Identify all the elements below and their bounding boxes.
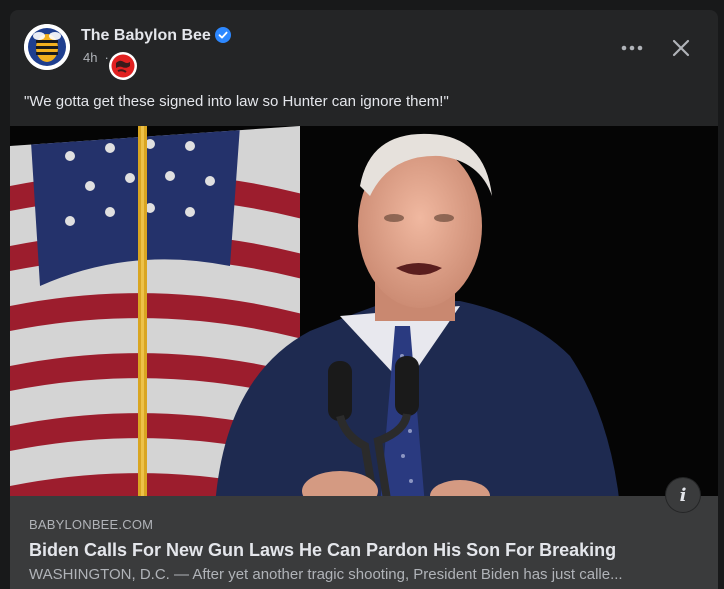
link-domain: BABYLONBEE.COM [29, 517, 154, 532]
babylon-bee-logo [24, 24, 70, 70]
verified-badge-icon [215, 27, 231, 43]
more-options-button[interactable] [614, 30, 650, 66]
close-button[interactable] [663, 30, 699, 66]
info-icon: i [679, 484, 687, 506]
article-photo [10, 126, 718, 506]
post-meta: 4h · [83, 50, 109, 66]
info-button[interactable]: i [666, 478, 700, 512]
post-caption: "We gotta get these signed into law so H… [24, 93, 449, 110]
close-icon [672, 39, 690, 57]
page-avatar[interactable] [24, 24, 70, 70]
post-card: The Babylon Bee 4h · "We gotta get these… [10, 10, 718, 589]
link-preview-footer[interactable]: BABYLONBEE.COM Biden Calls For New Gun L… [10, 496, 718, 589]
more-dots-icon [621, 45, 643, 51]
page-name-link[interactable]: The Babylon Bee [81, 26, 211, 46]
link-preview-image[interactable] [10, 126, 718, 506]
link-headline[interactable]: Biden Calls For New Gun Laws He Can Pard… [29, 538, 616, 562]
link-description: WASHINGTON, D.C. — After yet another tra… [29, 566, 623, 583]
post-time[interactable]: 4h [83, 50, 97, 65]
post-header: The Babylon Bee 4h · "We gotta get these… [10, 10, 718, 126]
globe-red-icon[interactable] [108, 51, 138, 81]
